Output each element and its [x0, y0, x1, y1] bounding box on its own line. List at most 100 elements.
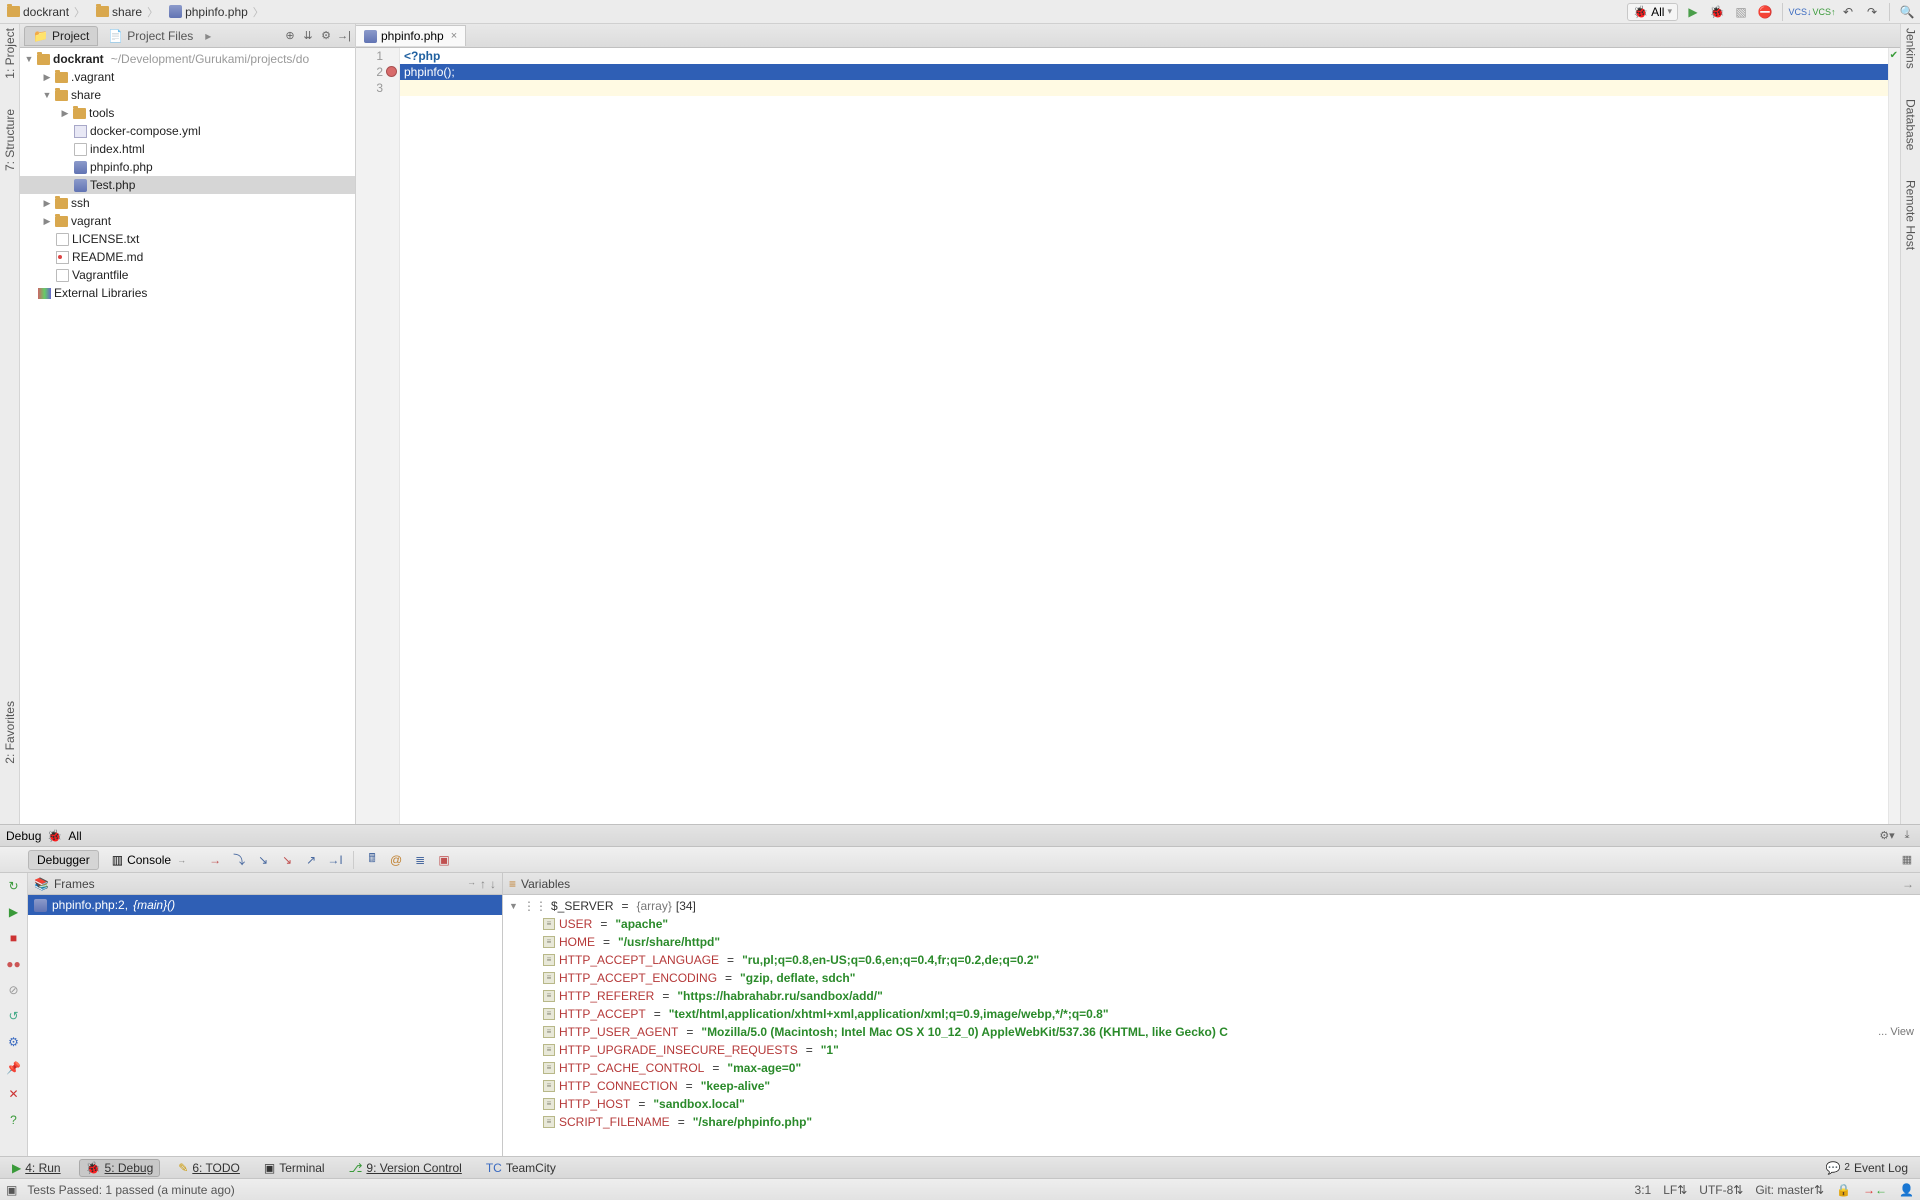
force-step-into-icon[interactable]: ↘ — [279, 852, 295, 868]
close-icon[interactable]: × — [451, 30, 457, 42]
tab-project-files[interactable]: 📄Project Files — [100, 27, 201, 45]
var-row[interactable]: ≡ USER="apache" — [503, 915, 1920, 933]
rerun-button[interactable]: ↻ — [5, 877, 23, 895]
tree-extlib[interactable]: External Libraries — [20, 284, 355, 302]
settings-icon[interactable]: ⚙ — [319, 29, 333, 43]
inspection-ok-icon[interactable]: ✔ — [1890, 50, 1898, 61]
status-line-sep[interactable]: LF⇅ — [1663, 1183, 1687, 1197]
tool-remote-host[interactable]: Remote Host — [1904, 180, 1918, 250]
run-config-selector[interactable]: 🐞All▾ — [1627, 3, 1678, 21]
tree-share[interactable]: ▼share — [20, 86, 355, 104]
vcs-update-button[interactable]: VCS↓ — [1791, 3, 1809, 21]
tree-test[interactable]: Test.php — [20, 176, 355, 194]
tool-project[interactable]: 1: Project — [3, 28, 17, 79]
lock-icon[interactable]: 🔒 — [1836, 1183, 1851, 1197]
code-line-3[interactable] — [400, 80, 1888, 96]
show-exec-point-icon[interactable]: → — [207, 852, 223, 868]
undo-button[interactable]: ↶ — [1839, 3, 1857, 21]
evaluate-icon[interactable]: 🖩 — [364, 852, 380, 868]
close-button[interactable]: ✕ — [5, 1085, 23, 1103]
dropdown-icon[interactable]: → — [1902, 877, 1914, 891]
crumb-root[interactable]: dockrant — [4, 3, 91, 21]
editor-tab-phpinfo[interactable]: phpinfo.php× — [356, 25, 466, 46]
var-row[interactable]: ≡ HTTP_CONNECTION="keep-alive" — [503, 1077, 1920, 1095]
breakpoint-icon[interactable] — [386, 66, 397, 77]
crumb-file[interactable]: phpinfo.php — [166, 3, 270, 21]
frames-list[interactable]: phpinfo.php:2, {main}() — [28, 895, 502, 1156]
var-row[interactable]: ≡ HOME="/usr/share/httpd" — [503, 933, 1920, 951]
minimize-icon[interactable]: ⤓ — [1900, 829, 1914, 843]
code-line-2-current[interactable]: phpinfo(); — [400, 64, 1888, 80]
view-breakpoints-button[interactable]: ●● — [5, 955, 23, 973]
tool-vcs[interactable]: ⎇9: Version Control — [343, 1160, 468, 1176]
tool-run[interactable]: ▶4: Run — [6, 1160, 67, 1176]
prev-frame-icon[interactable]: ↑ — [480, 877, 486, 891]
tree-readme[interactable]: README.md — [20, 248, 355, 266]
debug-button[interactable]: 🐞 — [1708, 3, 1726, 21]
collapse-all-icon[interactable]: ⇊ — [301, 29, 315, 43]
hide-icon[interactable]: →| — [337, 29, 351, 43]
tool-debug[interactable]: 🐞5: Debug — [79, 1159, 161, 1177]
help-button[interactable]: ? — [5, 1111, 23, 1129]
project-tree[interactable]: ▼dockrant~/Development/Gurukami/projects… — [20, 48, 355, 824]
var-row[interactable]: ≡ HTTP_UPGRADE_INSECURE_REQUESTS="1" — [503, 1041, 1920, 1059]
tool-jenkins[interactable]: Jenkins — [1904, 28, 1918, 69]
line-number[interactable]: 1 — [356, 48, 399, 64]
tree-docker-compose[interactable]: docker-compose.yml — [20, 122, 355, 140]
tool-favorites[interactable]: 2: Favorites — [3, 701, 17, 764]
hector-icon[interactable]: 👤 — [1899, 1183, 1914, 1197]
tab-project[interactable]: 📁Project — [24, 26, 98, 46]
scroll-to-source-icon[interactable]: ⊕ — [283, 29, 297, 43]
code-area[interactable]: <?php phpinfo(); — [400, 48, 1888, 824]
var-row[interactable]: ≡ HTTP_HOST="sandbox.local" — [503, 1095, 1920, 1113]
stop-button[interactable]: ■ — [5, 929, 23, 947]
dropdown-icon[interactable]: → — [467, 877, 476, 891]
tree-vagrant-dir[interactable]: ▶vagrant — [20, 212, 355, 230]
sort-icon[interactable]: ≣ — [412, 852, 428, 868]
line-number[interactable]: 2 — [356, 64, 399, 80]
tab-debugger[interactable]: Debugger — [28, 850, 99, 870]
settings-icon[interactable]: ⚙▾ — [1880, 829, 1894, 843]
incoming-outgoing[interactable]: →← — [1863, 1183, 1887, 1197]
chevron-right-icon[interactable]: ▸ — [205, 29, 211, 43]
mute-breakpoints-button[interactable]: ⊘ — [5, 981, 23, 999]
tool-database[interactable]: Database — [1904, 99, 1918, 150]
vcs-commit-button[interactable]: VCS↑ — [1815, 3, 1833, 21]
var-row[interactable]: ≡ SCRIPT_FILENAME="/share/phpinfo.php" — [503, 1113, 1920, 1131]
watch-icon[interactable]: @ — [388, 852, 404, 868]
status-window-icon[interactable]: ▣ — [6, 1183, 17, 1197]
var-row[interactable]: ≡ HTTP_ACCEPT="text/html,application/xht… — [503, 1005, 1920, 1023]
tree-vagrantfile[interactable]: Vagrantfile — [20, 266, 355, 284]
tree-tools[interactable]: ▶tools — [20, 104, 355, 122]
var-row[interactable]: ≡ HTTP_USER_AGENT="Mozilla/5.0 (Macintos… — [503, 1023, 1920, 1041]
tree-root[interactable]: ▼dockrant~/Development/Gurukami/projects… — [20, 50, 355, 68]
export-icon[interactable]: ▣ — [436, 852, 452, 868]
marker-strip[interactable]: ✔ — [1888, 48, 1900, 824]
tool-structure[interactable]: 7: Structure — [3, 109, 17, 171]
frame-row[interactable]: phpinfo.php:2, {main}() — [28, 895, 502, 915]
tree-vagrant[interactable]: ▶.vagrant — [20, 68, 355, 86]
gutter[interactable]: 1 2 3 — [356, 48, 400, 824]
tree-ssh[interactable]: ▶ssh — [20, 194, 355, 212]
line-number[interactable]: 3 — [356, 80, 399, 96]
crumb-share[interactable]: share — [93, 3, 164, 21]
next-frame-icon[interactable]: ↓ — [490, 877, 496, 891]
coverage-button[interactable]: ▧ — [1732, 3, 1750, 21]
status-git[interactable]: Git: master⇅ — [1755, 1183, 1824, 1197]
step-over-icon[interactable]: ⤵ — [231, 852, 247, 868]
tree-index[interactable]: index.html — [20, 140, 355, 158]
var-row[interactable]: ≡ HTTP_REFERER="https://habrahabr.ru/san… — [503, 987, 1920, 1005]
tool-todo[interactable]: ✎6: TODO — [172, 1160, 246, 1176]
resume-button[interactable]: ▶ — [5, 903, 23, 921]
status-caret-pos[interactable]: 3:1 — [1635, 1183, 1652, 1197]
status-encoding[interactable]: UTF-8⇅ — [1699, 1183, 1743, 1197]
pin-button[interactable]: 📌 — [5, 1059, 23, 1077]
tool-teamcity[interactable]: TCTeamCity — [480, 1160, 562, 1176]
tab-console[interactable]: ▥Console→ — [103, 850, 195, 870]
var-row[interactable]: ≡ HTTP_CACHE_CONTROL="max-age=0" — [503, 1059, 1920, 1077]
var-row[interactable]: ≡ HTTP_ACCEPT_LANGUAGE="ru,pl;q=0.8,en-U… — [503, 951, 1920, 969]
run-to-cursor-icon[interactable]: →I — [327, 852, 343, 868]
step-out-icon[interactable]: ↗ — [303, 852, 319, 868]
variables-list[interactable]: ▼⋮⋮ $_SERVER = {array} [34] ≡ USER="apac… — [503, 895, 1920, 1156]
tool-terminal[interactable]: ▣Terminal — [258, 1160, 331, 1176]
